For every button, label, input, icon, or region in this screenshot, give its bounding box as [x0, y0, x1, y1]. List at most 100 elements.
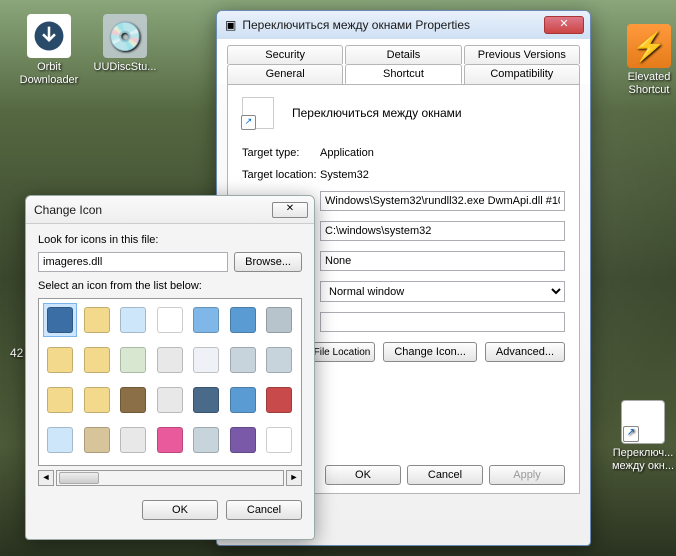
icon-cell[interactable]	[153, 423, 187, 457]
icon-cell[interactable]	[43, 303, 77, 337]
icon-cell[interactable]	[116, 343, 150, 377]
icon-cell[interactable]	[116, 303, 150, 337]
browse-button[interactable]: Browse...	[234, 252, 302, 272]
icon-glyph	[120, 387, 146, 413]
apply-button[interactable]: Apply	[489, 465, 565, 485]
tab-details[interactable]: Details	[345, 45, 461, 64]
look-for-icons-label: Look for icons in this file:	[38, 234, 302, 246]
titlebar[interactable]: ▣ Переключиться между окнами Properties …	[217, 11, 590, 39]
cancel-button[interactable]: Cancel	[226, 500, 302, 520]
desktop-icon-uudisc[interactable]: 💿 UUDiscStu...	[90, 14, 160, 74]
icon-list[interactable]	[38, 298, 302, 466]
start-in-input[interactable]	[320, 221, 565, 241]
icon-cell[interactable]	[43, 423, 77, 457]
value-target-location: System32	[320, 169, 369, 181]
horizontal-scrollbar[interactable]: ◄ ►	[38, 470, 302, 486]
icon-glyph	[120, 307, 146, 333]
desktop-badge: 42	[10, 346, 23, 360]
icon-cell[interactable]	[226, 343, 260, 377]
icon-glyph	[266, 347, 292, 373]
icon-cell[interactable]	[262, 343, 296, 377]
desktop-icon-label: Orbit Downloader	[14, 61, 84, 87]
titlebar[interactable]: Change Icon ✕	[26, 196, 314, 224]
icon-cell[interactable]	[226, 303, 260, 337]
desktop-icon-switch-shortcut[interactable]: Переключ... между окн...	[608, 400, 676, 473]
change-icon-dialog: Change Icon ✕ Look for icons in this fil…	[25, 195, 315, 540]
icon-glyph	[193, 387, 219, 413]
icon-cell[interactable]	[153, 343, 187, 377]
desktop-icon-label: UUDiscStu...	[90, 61, 160, 74]
scroll-right-arrow[interactable]: ►	[286, 470, 302, 486]
icon-glyph	[193, 427, 219, 453]
icon-glyph	[193, 307, 219, 333]
icon-cell[interactable]	[80, 383, 114, 417]
elevated-icon: ⚡	[627, 24, 671, 68]
icon-cell[interactable]	[262, 303, 296, 337]
close-button[interactable]: ✕	[272, 202, 308, 218]
icon-cell[interactable]	[262, 383, 296, 417]
tab-strip: Security Details Previous Versions Gener…	[217, 39, 590, 84]
ok-button[interactable]: OK	[325, 465, 401, 485]
tab-previous-versions[interactable]: Previous Versions	[464, 45, 580, 64]
icon-glyph	[157, 387, 183, 413]
tab-compatibility[interactable]: Compatibility	[464, 64, 580, 84]
icon-cell[interactable]	[153, 303, 187, 337]
advanced-button[interactable]: Advanced...	[485, 342, 565, 362]
icon-cell[interactable]	[80, 343, 114, 377]
icon-glyph	[120, 347, 146, 373]
window-title: Change Icon	[34, 203, 272, 217]
icon-cell[interactable]	[226, 383, 260, 417]
comment-input[interactable]	[320, 312, 565, 332]
icon-glyph	[84, 347, 110, 373]
orbit-icon	[27, 14, 71, 58]
tab-security[interactable]: Security	[227, 45, 343, 64]
tab-general[interactable]: General	[227, 64, 343, 84]
icon-cell[interactable]	[43, 343, 77, 377]
icon-glyph	[157, 307, 183, 333]
icon-glyph	[230, 307, 256, 333]
icon-glyph	[157, 427, 183, 453]
icon-glyph	[230, 347, 256, 373]
icon-cell[interactable]	[189, 303, 223, 337]
icon-glyph	[47, 307, 73, 333]
icon-cell[interactable]	[189, 343, 223, 377]
icon-cell[interactable]	[43, 383, 77, 417]
run-select[interactable]: Normal window	[320, 281, 565, 302]
change-icon-button[interactable]: Change Icon...	[383, 342, 477, 362]
desktop-icon-orbit[interactable]: Orbit Downloader	[14, 14, 84, 87]
shortcut-key-input[interactable]	[320, 251, 565, 271]
close-button[interactable]: ✕	[544, 16, 584, 34]
icon-cell[interactable]	[80, 423, 114, 457]
icon-cell[interactable]	[262, 423, 296, 457]
icon-cell[interactable]	[153, 383, 187, 417]
icon-glyph	[47, 427, 73, 453]
icon-cell[interactable]	[116, 383, 150, 417]
icon-glyph	[47, 387, 73, 413]
icon-glyph	[47, 347, 73, 373]
desktop-icon-elevated[interactable]: ⚡ Elevated Shortcut	[614, 24, 676, 97]
cancel-button[interactable]: Cancel	[407, 465, 483, 485]
icon-cell[interactable]	[80, 303, 114, 337]
scroll-thumb[interactable]	[59, 472, 99, 484]
select-icon-label: Select an icon from the list below:	[38, 280, 302, 292]
icon-glyph	[157, 347, 183, 373]
target-input[interactable]	[320, 191, 565, 211]
scroll-track[interactable]	[56, 470, 284, 486]
desktop-icon-label: Переключ... между окн...	[608, 447, 676, 473]
icon-cell[interactable]	[189, 423, 223, 457]
window-icon: ▣	[225, 18, 236, 32]
icon-file-input[interactable]	[38, 252, 228, 272]
tab-shortcut[interactable]: Shortcut	[345, 64, 461, 84]
scroll-left-arrow[interactable]: ◄	[38, 470, 54, 486]
ok-button[interactable]: OK	[142, 500, 218, 520]
icon-glyph	[120, 427, 146, 453]
shortcut-name: Переключиться между окнами	[292, 106, 462, 120]
icon-cell[interactable]	[189, 383, 223, 417]
icon-glyph	[84, 387, 110, 413]
icon-glyph	[230, 427, 256, 453]
window-title: Переключиться между окнами Properties	[242, 18, 544, 32]
shortcut-large-icon	[242, 97, 274, 129]
shortcut-file-icon	[621, 400, 665, 444]
icon-cell[interactable]	[226, 423, 260, 457]
icon-cell[interactable]	[116, 423, 150, 457]
